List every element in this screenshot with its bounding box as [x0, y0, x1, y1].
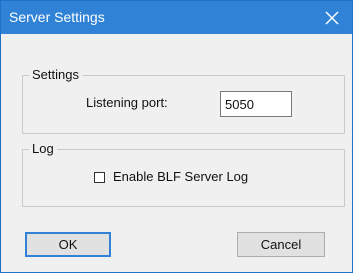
cancel-button[interactable]: Cancel: [237, 232, 325, 257]
close-icon: [325, 11, 339, 24]
log-groupbox: Log Enable BLF Server Log: [22, 141, 345, 207]
enable-log-checkbox[interactable]: [94, 171, 105, 183]
settings-groupbox: Settings Listening port:: [22, 67, 345, 134]
ok-button[interactable]: OK: [25, 232, 111, 257]
window-title: Server Settings: [9, 9, 105, 25]
log-group-title: Log: [29, 141, 57, 157]
listening-port-label: Listening port:: [86, 95, 168, 110]
enable-log-checkbox-row[interactable]: Enable BLF Server Log: [94, 169, 248, 185]
title-bar[interactable]: Server Settings: [1, 1, 352, 34]
listening-port-input[interactable]: [220, 91, 292, 117]
close-button[interactable]: [314, 1, 350, 34]
enable-log-label[interactable]: Enable BLF Server Log: [113, 169, 248, 185]
settings-group-title: Settings: [29, 67, 82, 83]
server-settings-dialog: Server Settings Settings Listening port:…: [0, 0, 353, 273]
